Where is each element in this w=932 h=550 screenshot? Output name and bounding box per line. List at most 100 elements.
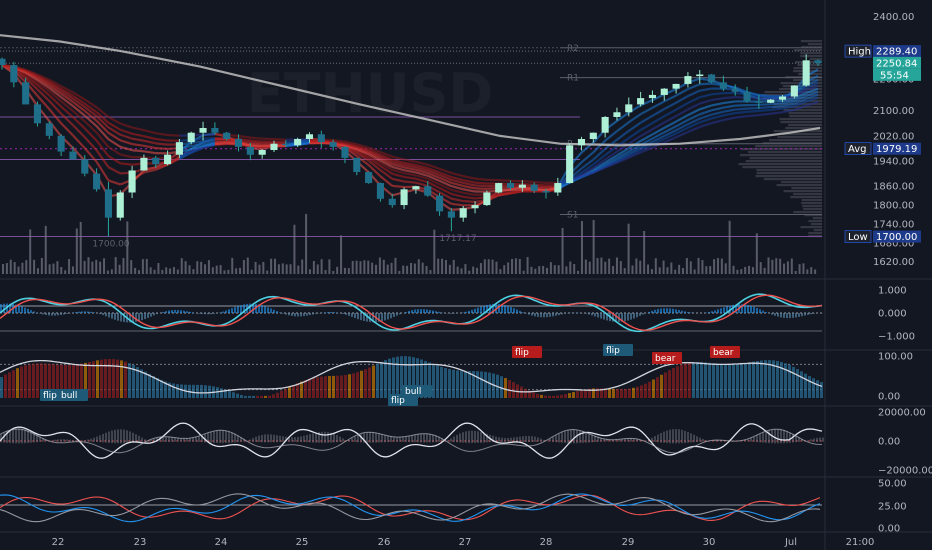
candle-body [258, 150, 266, 155]
ribbon-segment [522, 180, 535, 184]
osc3-area [390, 436, 392, 442]
candle-body [305, 134, 314, 139]
volume-bar [697, 257, 700, 274]
osc3-area [168, 436, 170, 442]
osc3-area [267, 434, 269, 443]
osc3-area [15, 429, 17, 444]
ribbon-segment [238, 134, 251, 139]
osc3-area [327, 432, 329, 443]
ribbon-segment [107, 115, 121, 125]
osc1-hist-bar [87, 311, 89, 313]
low-tag-value: 1700.00 [876, 232, 917, 243]
ribbon-segment [510, 188, 523, 192]
volume-bar [2, 264, 4, 274]
ribbon-segment [451, 202, 464, 207]
osc1-hist-bar [468, 310, 470, 313]
osc3-area [405, 436, 407, 442]
volume-bar [441, 258, 444, 274]
volume-bar [682, 268, 684, 274]
candle-body [81, 159, 89, 174]
volume-profile-bar [755, 175, 822, 178]
volume-bar [678, 264, 681, 274]
volume-bar [316, 264, 319, 274]
volume-bar [246, 257, 249, 274]
osc2-bar [736, 364, 739, 398]
volume-bar [724, 263, 727, 274]
ribbon-segment [711, 114, 724, 120]
osc1-hist-bar [153, 313, 155, 316]
price-tick-label: 1620.00 [873, 257, 914, 268]
volume-bar [351, 260, 354, 274]
candle-body [577, 139, 586, 146]
volume-bar [312, 261, 315, 274]
candle [104, 181, 112, 237]
osc1-hist-bar [111, 313, 113, 319]
osc2-bar [712, 363, 715, 398]
volume-bar [565, 266, 568, 274]
avg-tag-label: Avg [848, 144, 867, 155]
volume-bar [406, 265, 409, 274]
osc1-hist-bar [141, 313, 143, 321]
osc1-hist-bar [750, 305, 752, 313]
osc2-bar [288, 386, 291, 398]
osc3-area [783, 430, 785, 444]
signal-label: bear [655, 354, 676, 364]
osc1-hist-bar [207, 313, 209, 315]
osc3-area [27, 430, 29, 444]
osc3-area [675, 429, 677, 444]
volume-bar [647, 264, 650, 274]
osc3-area [417, 434, 419, 443]
osc3-area [129, 431, 131, 443]
osc2-bar [20, 366, 23, 398]
osc1-hist-bar [432, 310, 434, 313]
volume-bar [779, 258, 782, 274]
volume-bar [64, 270, 67, 274]
osc2-bar [532, 392, 535, 398]
osc3-area [72, 439, 74, 442]
volume-bar [600, 257, 603, 274]
volume-bar [103, 258, 106, 274]
osc1-hist-bar [420, 309, 422, 313]
osc2-bar [104, 359, 107, 398]
volume-bar [759, 262, 762, 274]
time-tick-label: 22 [52, 537, 65, 548]
ribbon-segment [131, 137, 145, 142]
chart-root[interactable]: ETHUSD R2R1PS1 1700.001717.17 flipbullfl… [0, 0, 932, 550]
osc2-bar [548, 395, 551, 398]
volume-bar [670, 262, 673, 274]
osc2-bar [676, 366, 679, 398]
ribbon-segment [72, 134, 86, 149]
candle-body [459, 208, 467, 218]
osc3-area [396, 436, 398, 442]
osc3-area [249, 439, 251, 442]
volume-bar [126, 221, 129, 274]
volume-bar [227, 269, 230, 274]
volume-bar [619, 261, 622, 274]
osc3-area [312, 433, 314, 443]
osc3-area [477, 431, 479, 443]
osc2-bar [524, 388, 527, 398]
osc3-area [414, 434, 416, 443]
osc2-bar [576, 391, 579, 398]
volume-profile-bar [812, 217, 822, 220]
volume-bar [223, 270, 226, 274]
osc2-bar [232, 392, 235, 398]
ribbon-segment [663, 101, 677, 110]
ribbon-segment [498, 179, 511, 182]
ribbon-segment [758, 105, 771, 110]
ribbon-segment [451, 172, 464, 178]
osc1-hist-bar [51, 313, 53, 316]
ribbon-segment [723, 108, 736, 113]
osc1-hist-bar [642, 313, 644, 315]
volume-bar [503, 265, 506, 274]
candle-body [175, 142, 183, 155]
osc3-area [132, 432, 134, 443]
chart-svg[interactable]: ETHUSD R2R1PS1 1700.001717.17 flipbullfl… [0, 0, 932, 550]
osc3-area [225, 430, 227, 444]
osc2-bar [28, 364, 31, 398]
osc3-area [663, 431, 665, 443]
volume-profile-bar [803, 208, 822, 211]
osc-tick-label: 25.00 [878, 502, 907, 513]
osc1-hist-bar [711, 311, 713, 313]
candle [436, 192, 444, 216]
